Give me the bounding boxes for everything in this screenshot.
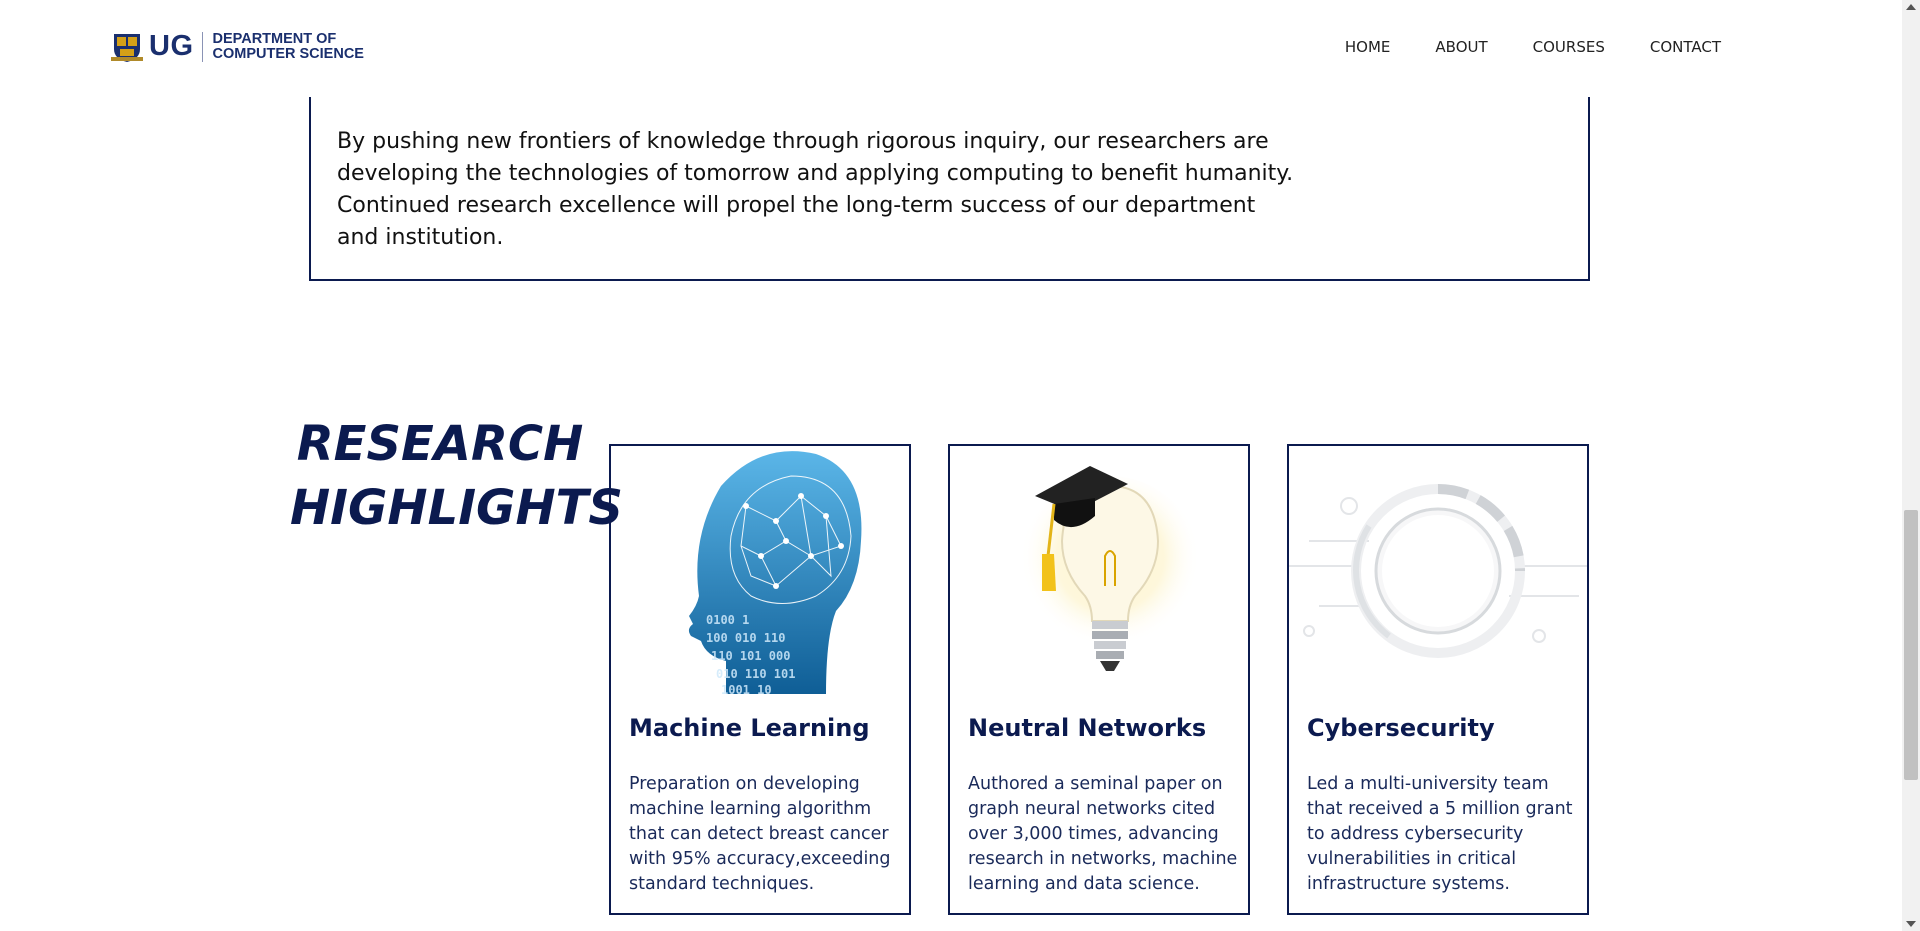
research-intro-text: By pushing new frontiers of knowledge th…: [337, 129, 1294, 250]
svg-text:100 010 110: 100 010 110: [706, 631, 785, 645]
page-scrollbar[interactable]: [1902, 0, 1920, 931]
research-intro-panel: By pushing new frontiers of knowledge th…: [309, 90, 1590, 281]
logo-ug-text: UG: [149, 30, 194, 62]
research-title-line2: HIGHLIGHTS: [290, 480, 623, 536]
research-highlights-title: RESEARCH HIGHLIGHTS: [290, 412, 623, 540]
site-header: UG DEPARTMENT OF COMPUTER SCIENCE HOME A…: [0, 0, 1902, 97]
card-title: Neutral Networks: [968, 714, 1207, 742]
logo-divider: [201, 31, 203, 62]
circuit-ring-icon: [1289, 484, 1587, 658]
scroll-down-icon[interactable]: [1906, 921, 1916, 927]
card-title: Machine Learning: [629, 714, 870, 742]
card-description: Led a multi-university team that receive…: [1307, 774, 1573, 894]
lightbulb-graduation-cap-icon: [1020, 466, 1200, 671]
svg-text:110 101 000: 110 101 000: [711, 649, 790, 663]
scrollbar-thumb[interactable]: [1904, 510, 1918, 780]
main-nav: HOME ABOUT COURSES CONTACT: [1300, 38, 1721, 56]
logo-dept-line2: COMPUTER SCIENCE: [212, 45, 364, 62]
crest-icon: [111, 33, 143, 62]
nav-courses[interactable]: COURSES: [1533, 38, 1605, 56]
svg-text:010 110 101: 010 110 101: [716, 667, 795, 681]
nav-contact[interactable]: CONTACT: [1650, 38, 1721, 56]
scroll-up-icon[interactable]: [1906, 4, 1916, 10]
nav-home[interactable]: HOME: [1345, 38, 1391, 56]
research-card-cybersecurity[interactable]: Cybersecurity Led a multi-university tea…: [1287, 444, 1589, 915]
svg-text:1001 10: 1001 10: [721, 683, 772, 696]
research-card-machine-learning[interactable]: 0100 1 100 010 110 110 101 000 010 110 1…: [609, 444, 911, 915]
nav-about[interactable]: ABOUT: [1435, 38, 1487, 56]
card-title: Cybersecurity: [1307, 714, 1495, 742]
site-logo[interactable]: UG DEPARTMENT OF COMPUTER SCIENCE: [111, 30, 364, 63]
research-title-line1: RESEARCH: [296, 416, 584, 472]
card-description: Preparation on developing machine learni…: [629, 774, 891, 894]
logo-dept-text: DEPARTMENT OF COMPUTER SCIENCE: [212, 30, 364, 62]
card-description: Authored a seminal paper on graph neural…: [968, 774, 1238, 894]
research-card-neural-networks[interactable]: Neutral Networks Authored a seminal pape…: [948, 444, 1250, 915]
logo-dept-line1: DEPARTMENT OF: [212, 30, 337, 47]
svg-text:0100 1: 0100 1: [706, 613, 749, 627]
brain-head-icon: 0100 1 100 010 110 110 101 000 010 110 1…: [688, 451, 862, 696]
